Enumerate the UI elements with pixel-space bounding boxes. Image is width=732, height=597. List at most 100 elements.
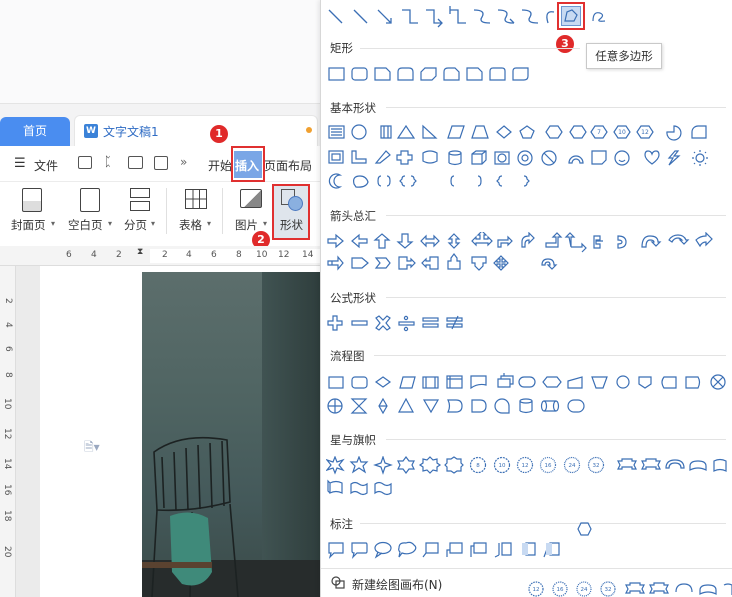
page-break-icon-lower xyxy=(130,201,150,211)
svg-text:7: 7 xyxy=(597,129,601,136)
category-stars: 星与旗帜 xyxy=(330,433,376,447)
print-icon[interactable] xyxy=(128,156,143,169)
ruler-number: 8 xyxy=(236,250,242,260)
category-divider xyxy=(386,215,726,216)
picture-dropdown-icon[interactable]: ▾ xyxy=(263,219,267,228)
formula-shapes-row[interactable] xyxy=(326,314,476,334)
new-canvas-icon[interactable] xyxy=(330,574,346,590)
page-break-icon[interactable] xyxy=(130,188,150,198)
category-divider xyxy=(360,523,726,524)
vruler-number: 16 xyxy=(2,484,12,496)
table-button[interactable]: 表格 xyxy=(179,217,202,233)
paragraph-layout-icon[interactable]: 🗎▾ xyxy=(84,438,100,459)
screenshot: 首页 W 文字文稿1 ☰ 文件 ᛈ » 开始 插入 页面布局 1 封面页 ▾ 空… xyxy=(0,0,732,597)
ruler-number: 6 xyxy=(211,250,217,260)
save-icon[interactable] xyxy=(78,156,92,169)
star-12-label: 12 xyxy=(522,463,529,469)
ruler-number: 4 xyxy=(186,250,192,260)
basic-shapes-grid[interactable]: 7 10 12 xyxy=(326,124,728,196)
svg-text:10: 10 xyxy=(618,129,626,136)
category-basic: 基本形状 xyxy=(330,101,376,115)
category-divider xyxy=(360,48,580,49)
new-canvas-button[interactable]: 新建绘图画布(N) xyxy=(352,576,442,593)
vruler-number: 4 xyxy=(3,322,13,328)
vruler-number: 6 xyxy=(3,346,13,352)
category-divider xyxy=(386,439,726,440)
category-callouts: 标注 xyxy=(330,517,353,531)
category-formula: 公式形状 xyxy=(330,291,376,305)
svg-text:16: 16 xyxy=(557,587,564,593)
ruler-number: 12 xyxy=(278,250,290,260)
vruler-number: 18 xyxy=(2,510,12,522)
svg-text:32: 32 xyxy=(605,587,612,593)
ribbon-divider xyxy=(166,188,167,234)
chair-illustration xyxy=(142,436,239,597)
window-top-area xyxy=(0,0,320,104)
ruler-number: 10 xyxy=(256,250,268,260)
vruler-number: 14 xyxy=(2,458,12,470)
vruler-number: 12 xyxy=(2,428,12,440)
category-divider xyxy=(386,107,726,108)
flowchart-shapes-grid[interactable] xyxy=(326,373,730,417)
star-shapes-grid[interactable]: 8 10 12 16 24 32 xyxy=(326,456,730,500)
more-icon[interactable]: » xyxy=(180,155,187,169)
shapes-highlight-box xyxy=(272,184,310,240)
rectangle-shapes-row[interactable] xyxy=(326,66,546,84)
footer-star-shapes[interactable]: 12 16 24 32 xyxy=(528,580,732,597)
star-32-label: 32 xyxy=(593,463,600,469)
step-badge-3: 3 xyxy=(556,35,574,53)
category-arrows: 箭头总汇 xyxy=(330,209,376,223)
ruler-number: 2 xyxy=(162,250,168,260)
ruler-number: 6 xyxy=(66,250,72,260)
vruler-number: 8 xyxy=(3,372,13,378)
tab-home[interactable]: 首页 xyxy=(0,117,70,146)
picture-icon[interactable] xyxy=(240,189,262,208)
svg-text:12: 12 xyxy=(641,129,649,136)
preview-icon[interactable] xyxy=(154,156,168,170)
blank-page-icon[interactable] xyxy=(80,188,100,212)
category-divider xyxy=(386,297,726,298)
star-10-label: 10 xyxy=(499,463,506,469)
cover-page-button[interactable]: 封面页 xyxy=(11,217,46,233)
arrow-shapes-grid[interactable] xyxy=(326,232,730,276)
freeform-highlight-box xyxy=(557,2,585,30)
blank-page-dropdown-icon[interactable]: ▾ xyxy=(108,219,112,228)
cover-page-dropdown-icon[interactable]: ▾ xyxy=(51,219,55,228)
svg-text:12: 12 xyxy=(533,587,540,593)
category-flowchart: 流程图 xyxy=(330,349,365,363)
callout-hexagon-icon[interactable] xyxy=(575,521,593,537)
indent-marker-icon[interactable]: ⧗ xyxy=(137,247,143,257)
star-24-label: 24 xyxy=(569,463,576,469)
scribble-icon[interactable] xyxy=(591,9,607,23)
ruler-number: 14 xyxy=(302,250,314,260)
ruler-number: 4 xyxy=(91,250,97,260)
blank-page-button[interactable]: 空白页 xyxy=(68,217,103,233)
menu-start[interactable]: 开始 xyxy=(208,157,232,174)
category-divider xyxy=(374,355,726,356)
page-gutter xyxy=(16,266,40,597)
page-break-dropdown-icon[interactable]: ▾ xyxy=(151,219,155,228)
shapes-panel xyxy=(320,0,732,597)
svg-text:24: 24 xyxy=(581,587,588,593)
category-rectangle: 矩形 xyxy=(330,41,353,55)
document-title: 文字文稿1 xyxy=(103,125,159,139)
table-dropdown-icon[interactable]: ▾ xyxy=(207,219,211,228)
page-break-button[interactable]: 分页 xyxy=(124,217,147,233)
menu-page-layout[interactable]: 页面布局 xyxy=(264,157,312,174)
insert-highlight-box xyxy=(231,146,265,182)
format-painter-icon[interactable]: ᛈ xyxy=(104,155,112,170)
ruler-number: 2 xyxy=(116,250,122,260)
picture-button[interactable]: 图片 xyxy=(235,217,258,233)
step-badge-1: 1 xyxy=(210,125,228,143)
table-icon[interactable] xyxy=(185,189,207,209)
callout-shapes-row[interactable] xyxy=(326,540,576,560)
unsaved-dot-icon xyxy=(306,127,312,133)
cover-page-icon[interactable] xyxy=(22,188,42,212)
tooltip: 任意多边形 xyxy=(586,43,662,69)
ruler-text-area xyxy=(150,249,320,263)
vruler-number: 10 xyxy=(2,398,12,410)
hamburger-icon[interactable]: ☰ xyxy=(14,156,26,171)
ribbon-divider xyxy=(222,188,223,234)
menu-file[interactable]: 文件 xyxy=(34,157,58,174)
vruler-number: 20 xyxy=(2,546,12,558)
